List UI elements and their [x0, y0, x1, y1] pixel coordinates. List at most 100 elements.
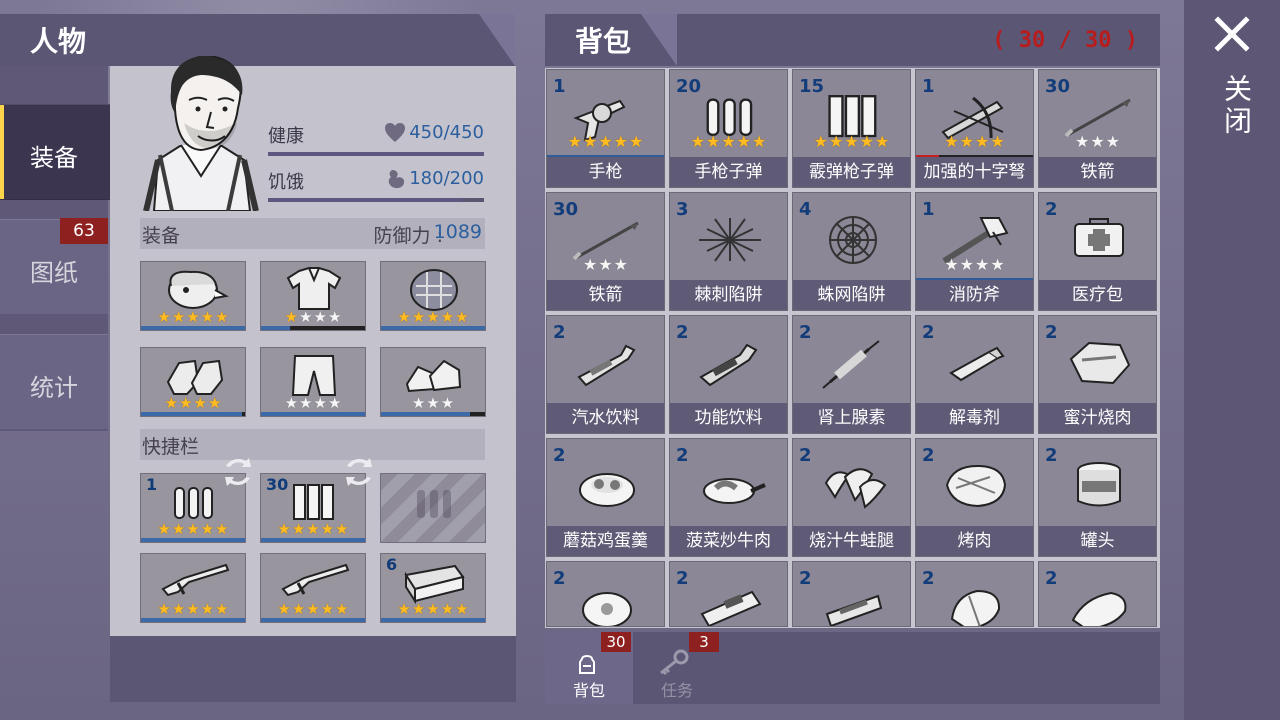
star-icon: ★: [752, 132, 767, 151]
star-icon: ★: [335, 600, 349, 618]
inventory-item[interactable]: 2: [669, 561, 788, 627]
soda-icon: [566, 334, 648, 392]
close-label[interactable]: 关闭: [1216, 74, 1256, 138]
egg-icon: [566, 580, 648, 626]
inventory-item[interactable]: 2 烤肉: [915, 438, 1034, 557]
inventory-item[interactable]: 1 ★ ★ ★ ★ ★ 手枪: [546, 69, 665, 188]
star-icon: ★: [426, 394, 440, 412]
inventory-item[interactable]: 30 ★ ★ ★ 铁箭: [546, 192, 665, 311]
star-icon: ★: [186, 308, 200, 326]
star-icon: ★: [291, 600, 306, 618]
equipment-slot[interactable]: ★ ★ ★ ★ ★: [140, 261, 246, 331]
item-count: 1: [146, 475, 158, 494]
swap-icon[interactable]: [222, 456, 254, 488]
inventory-item[interactable]: 2 烧汁牛蛙腿: [792, 438, 911, 557]
backpack-capacity: ( 30 / 30 ): [992, 28, 1138, 53]
star-icon: ★: [1074, 132, 1090, 151]
close-icon[interactable]: [1214, 16, 1250, 52]
quickbar-slot[interactable]: [380, 473, 486, 543]
blueprints-badge: 63: [60, 218, 108, 244]
inventory-item[interactable]: 4 蛛网陷阱: [792, 192, 911, 311]
inventory-item[interactable]: 2 蘑菇鸡蛋羹: [546, 438, 665, 557]
item-name: 手枪: [547, 157, 664, 187]
star-icon: ★: [828, 132, 844, 151]
quickbar-slot[interactable]: 6 ★ ★ ★ ★ ★: [380, 553, 486, 623]
item-name: 霰弹枪子弹: [793, 157, 910, 187]
star-icon: ★: [320, 520, 335, 538]
durability-bar-fill: [141, 538, 245, 542]
glazed-meat-icon: [1058, 334, 1140, 392]
item-name: 蜜汁烧肉: [1039, 403, 1156, 433]
inventory-item[interactable]: 2 功能饮料: [669, 315, 788, 434]
rating-stars: ★ ★ ★: [381, 396, 485, 411]
tab-stats-label: 统计: [30, 374, 78, 402]
inventory-item[interactable]: 2: [546, 561, 665, 627]
inventory-item[interactable]: 2 解毒剂: [915, 315, 1034, 434]
star-icon: ★: [313, 308, 327, 326]
item-count: 1: [922, 199, 935, 220]
equipment-slot[interactable]: ★ ★ ★ ★ ★: [380, 261, 486, 331]
star-icon: ★: [306, 600, 320, 618]
star-icon: ★: [705, 132, 721, 151]
inventory-item[interactable]: 2: [915, 561, 1034, 627]
item-count: 2: [922, 445, 935, 466]
inventory-item[interactable]: 30 ★ ★ ★ 铁箭: [1038, 69, 1157, 188]
inventory-item[interactable]: 15 ★ ★ ★ ★ ★ 霰弹枪子弹: [792, 69, 911, 188]
quickbar-slot[interactable]: ★ ★ ★ ★ ★: [260, 553, 366, 623]
tab-tasks[interactable]: 3 任务: [633, 632, 721, 704]
star-icon: ★: [397, 600, 411, 618]
item-name: 罐头: [1039, 526, 1156, 556]
item-name: 解毒剂: [916, 403, 1033, 433]
star-icon: ★: [327, 308, 342, 326]
star-icon: ★: [944, 255, 959, 274]
item-name: 烤肉: [916, 526, 1033, 556]
inventory-item[interactable]: 20 ★ ★ ★ ★ ★ 手枪子弹: [669, 69, 788, 188]
tasks-badge: 3: [689, 632, 719, 652]
inventory-item[interactable]: 1 ★ ★ ★ ★ 消防斧: [915, 192, 1034, 311]
inventory-item[interactable]: 1 ★ ★ ★ ★ 加强的十字弩: [915, 69, 1034, 188]
star-icon: ★: [440, 394, 455, 412]
tab-stats[interactable]: 统计: [0, 334, 108, 430]
item-count: 2: [676, 568, 689, 589]
tab-equipment[interactable]: 装备: [0, 104, 110, 200]
item-count: 2: [676, 322, 689, 343]
inventory-item[interactable]: 2 医疗包: [1038, 192, 1157, 311]
tab-backpack[interactable]: 30 背包: [545, 632, 633, 704]
health-label: 健康: [268, 126, 304, 147]
equipment-slot[interactable]: ★ ★ ★ ★: [140, 347, 246, 417]
equipment-slot[interactable]: ★ ★ ★ ★: [260, 261, 366, 331]
item-name: 蛛网陷阱: [793, 280, 910, 310]
inventory-item[interactable]: 2 汽水饮料: [546, 315, 665, 434]
durability-bar: [381, 326, 485, 330]
star-icon: ★: [411, 394, 426, 412]
inventory-item[interactable]: 2 肾上腺素: [792, 315, 911, 434]
inventory-item[interactable]: 2 菠菜炒牛肉: [669, 438, 788, 557]
character-panel: 健康 450/450 饥饿 180/200 装备 防御力 : 1089 ★ ★ ★ ★…: [110, 56, 516, 636]
armor-shell-icon: [399, 266, 469, 312]
star-icon: ★: [277, 520, 291, 538]
inventory-item[interactable]: 2: [792, 561, 911, 627]
character-portrait: [140, 56, 260, 211]
equipment-slot[interactable]: ★ ★ ★ ★: [260, 347, 366, 417]
quickbar-slot[interactable]: ★ ★ ★ ★ ★: [140, 553, 246, 623]
durability-bar-fill: [141, 326, 245, 330]
heart-icon: [384, 123, 406, 147]
left-bottom-bar: [110, 636, 516, 702]
gloves-icon: [159, 352, 229, 398]
star-icon: ★: [299, 308, 313, 326]
inventory-item[interactable]: 3 棘刺陷阱: [669, 192, 788, 311]
star-icon: ★: [736, 132, 752, 151]
bottom-tabs: 30 背包 3 任务: [545, 632, 1160, 704]
inventory-item[interactable]: 2 罐头: [1038, 438, 1157, 557]
health-row: 健康 450/450: [268, 122, 484, 156]
rating-stars: ★ ★ ★ ★ ★: [261, 602, 365, 617]
equipment-slot[interactable]: ★ ★ ★: [380, 347, 486, 417]
inventory-item[interactable]: 2 蜜汁烧肉: [1038, 315, 1157, 434]
inventory-item[interactable]: 2: [1038, 561, 1157, 627]
backpack-icon: [579, 655, 595, 674]
star-icon: ★: [582, 132, 598, 151]
swap-icon[interactable]: [343, 456, 375, 488]
tab-blueprints[interactable]: 63 图纸: [0, 218, 108, 315]
shotgun-shells-icon: [279, 478, 349, 524]
star-icon: ★: [990, 132, 1005, 151]
